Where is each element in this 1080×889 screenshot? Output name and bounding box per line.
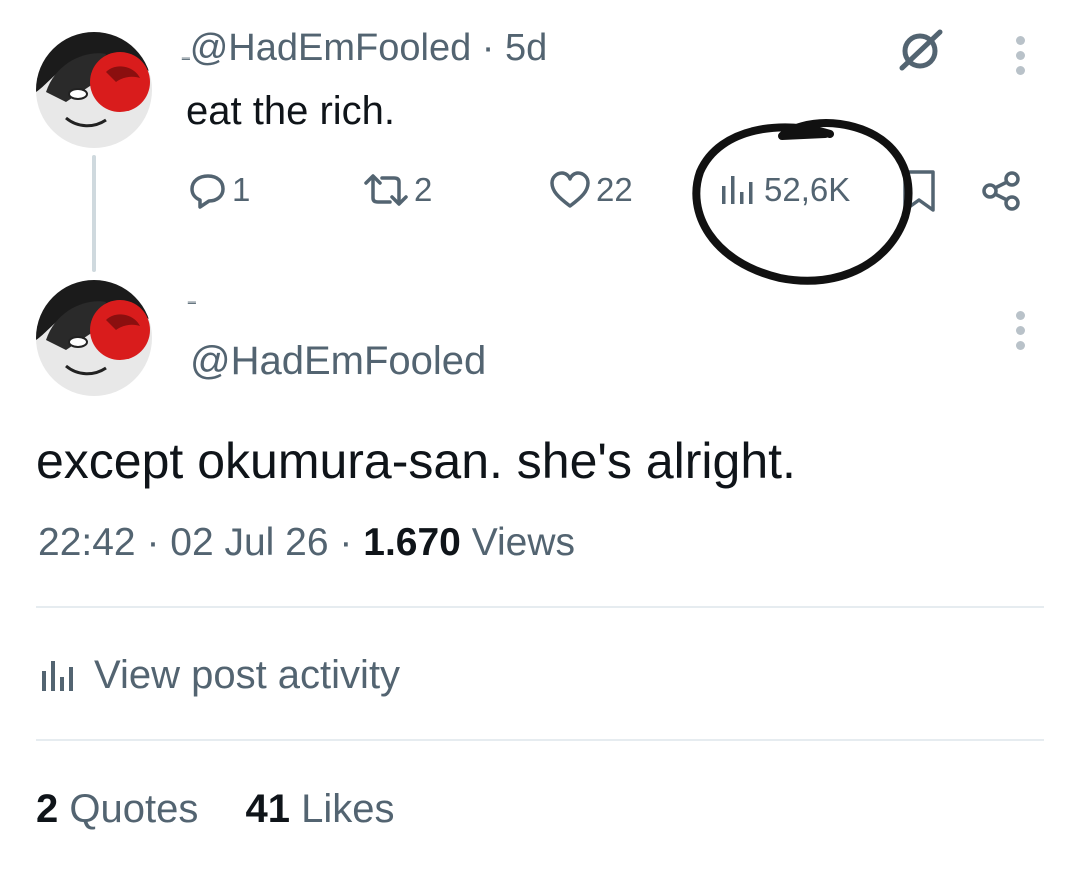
grok-icon[interactable]: [896, 26, 946, 81]
heart-icon: [550, 171, 590, 208]
repost-button[interactable]: 2: [362, 170, 432, 210]
dot-separator: ·: [328, 521, 364, 564]
thread-line: [92, 155, 96, 272]
avatar-image: [36, 280, 152, 396]
likes-count: 41: [245, 787, 290, 831]
analytics-icon: [42, 661, 73, 691]
dot-separator: ·: [135, 521, 171, 564]
views-count: 1.670: [363, 521, 461, 564]
dot-separator: ·: [471, 27, 505, 69]
more-options-icon[interactable]: [1014, 33, 1026, 78]
quotes-stat[interactable]: 2 Quotes: [36, 787, 198, 831]
quotes-count: 2: [36, 787, 59, 831]
name-mark: ‗: [182, 44, 190, 60]
view-post-activity-link[interactable]: View post activity: [38, 652, 400, 698]
quotes-label: Quotes: [69, 787, 199, 831]
post-header: ‗@HadEmFooled · 5d: [182, 26, 547, 74]
repost-icon: [364, 174, 408, 206]
likes-stat[interactable]: 41 Likes: [245, 787, 394, 831]
divider: [36, 606, 1044, 608]
divider: [36, 739, 1044, 741]
avatar[interactable]: [36, 280, 152, 396]
like-button[interactable]: 22: [548, 170, 633, 210]
view-post-activity-label: View post activity: [94, 653, 401, 697]
avatar[interactable]: [36, 32, 152, 148]
reply-button[interactable]: 1: [188, 170, 250, 210]
avatar-image: [36, 32, 152, 148]
like-count: 22: [596, 171, 633, 208]
post-text: eat the rich.: [186, 89, 396, 133]
post-time[interactable]: 22:42: [38, 521, 136, 564]
post-meta: 22:42 · 02 Jul 26 · 1.670 Views: [38, 520, 575, 566]
reply-icon: [190, 174, 225, 209]
scribble-circle-annotation: [690, 112, 925, 297]
more-options-icon[interactable]: [1014, 308, 1026, 353]
post-text: except okumura-san. she's alright.: [36, 433, 796, 489]
likes-label: Likes: [301, 787, 395, 831]
repost-count: 2: [414, 171, 433, 208]
handle-link[interactable]: @HadEmFooled: [190, 27, 471, 69]
share-icon[interactable]: [980, 170, 1024, 217]
reply-count: 1: [232, 171, 251, 208]
post-date[interactable]: 02 Jul 26: [170, 521, 328, 564]
engagement-stats: 2 Quotes 41 Likes: [36, 786, 394, 832]
post-time[interactable]: 5d: [505, 27, 547, 69]
handle-link[interactable]: @HadEmFooled: [190, 338, 486, 384]
views-label: Views: [471, 521, 576, 564]
display-name-mark: ‗: [188, 288, 196, 304]
